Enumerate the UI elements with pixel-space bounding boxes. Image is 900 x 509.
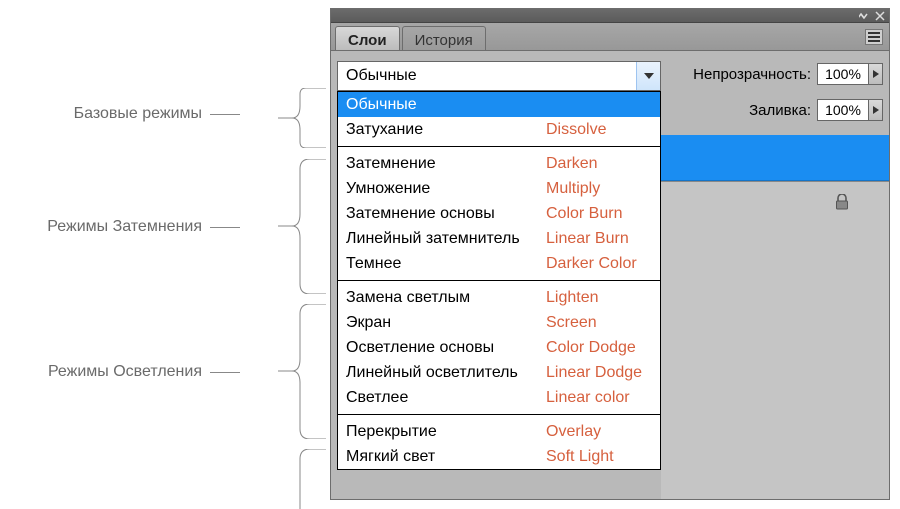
fill-spinner[interactable]: 100% [817,99,883,121]
blend-mode-option-en: Darken [546,155,652,173]
blend-mode-option-en: Lighten [546,289,652,307]
panel-tabs: Слои История [331,23,889,51]
blend-mode-option-ru: Затемнение основы [346,205,546,223]
lock-icon [835,194,849,213]
blend-mode-option-en: Linear Burn [546,230,652,248]
blend-mode-option-en: Overlay [546,423,652,441]
blend-mode-option-ru: Мягкий свет [346,448,546,466]
blend-mode-option[interactable]: ПерекрытиеOverlay [338,419,660,444]
panel-topbar [331,9,889,23]
blend-mode-option-en: Color Burn [546,205,652,223]
blend-mode-option[interactable]: Замена светлымLighten [338,285,660,310]
annotation-darken-bracket [278,159,326,294]
blend-mode-option[interactable]: ЗатемнениеDarken [338,151,660,176]
blend-mode-option-ru: Обычные [346,96,546,114]
blend-mode-option[interactable]: ЭкранScreen [338,310,660,335]
blend-mode-option-en: Multiply [546,180,652,198]
blend-mode-option-ru: Замена светлым [346,289,546,307]
blend-mode-option-ru: Светлее [346,389,546,407]
blend-mode-option[interactable]: Затемнение основыColor Burn [338,201,660,226]
fill-control: Заливка: 100% [749,97,883,123]
blend-mode-option[interactable]: Линейный осветлительLinear Dodge [338,360,660,385]
blend-mode-option-ru: Линейный затемнитель [346,230,546,248]
annotation-basic-bracket [278,88,326,148]
blend-mode-option[interactable]: УмножениеMultiply [338,176,660,201]
opacity-value[interactable]: 100% [817,63,869,85]
fill-value[interactable]: 100% [817,99,869,121]
panel-body: Обычные Непрозрачность: 100% Заливка: 10… [331,51,889,499]
blend-mode-option[interactable]: Мягкий светSoft Light [338,444,660,469]
blend-mode-option[interactable]: Линейный затемнительLinear Burn [338,226,660,251]
blend-mode-option-ru: Осветление основы [346,339,546,357]
selected-layer-row[interactable] [661,135,889,181]
dropdown-separator [338,146,660,147]
opacity-label: Непрозрачность: [693,66,811,83]
blend-mode-option[interactable]: Осветление основыColor Dodge [338,335,660,360]
annotation-dash [210,372,240,373]
blend-mode-option-ru: Затемнение [346,155,546,173]
annotation-lighten-label: Режимы Осветления [0,363,210,381]
opacity-control: Непрозрачность: 100% [693,61,883,87]
dropdown-arrow-icon[interactable] [636,62,660,90]
panel-menu-button[interactable] [865,29,883,45]
blend-mode-selected: Обычные [338,67,636,85]
fill-label: Заливка: [749,102,811,119]
blend-mode-option[interactable]: СветлееLinear color [338,385,660,410]
layers-list-area [661,181,889,499]
annotation-dash [210,227,240,228]
blend-mode-option-ru: Умножение [346,180,546,198]
blend-mode-option-ru: Линейный осветлитель [346,364,546,382]
blend-mode-option-en: Linear color [546,389,652,407]
tab-history-label: История [415,32,473,49]
annotation-basic-label: Базовые режимы [0,105,210,123]
blend-mode-option-ru: Затухание [346,121,546,139]
annotation-dash [210,114,240,115]
collapse-icon[interactable] [859,11,869,21]
blend-mode-option-en: Screen [546,314,652,332]
opacity-spinner[interactable]: 100% [817,63,883,85]
blend-mode-option-ru: Перекрытие [346,423,546,441]
annotations-column: Базовые режимы Режимы Затемнения Режимы … [0,0,330,500]
annotation-darken-label: Режимы Затемнения [0,218,210,236]
layers-panel: Слои История Обычные Непрозрачность: 100… [330,8,890,500]
blend-mode-option-en: Linear Dodge [546,364,652,382]
tab-layers-label: Слои [348,32,387,49]
blend-mode-option-en: Darker Color [546,255,652,273]
blend-mode-option[interactable]: ЗатуханиеDissolve [338,117,660,142]
opacity-step-button[interactable] [869,63,883,85]
blend-mode-combo[interactable]: Обычные [337,61,661,91]
blend-mode-option[interactable]: Обычные [338,92,660,117]
annotation-lighten-bracket [278,304,326,439]
dropdown-separator [338,280,660,281]
blend-mode-option-en: Dissolve [546,121,652,139]
blend-mode-option[interactable]: ТемнееDarker Color [338,251,660,276]
annotation-contrast-bracket [278,449,326,509]
tab-history[interactable]: История [402,26,486,50]
fill-step-button[interactable] [869,99,883,121]
dropdown-separator [338,414,660,415]
blend-mode-option-ru: Экран [346,314,546,332]
blend-mode-option-ru: Темнее [346,255,546,273]
blend-mode-dropdown[interactable]: ОбычныеЗатуханиеDissolveЗатемнениеDarken… [337,91,661,470]
blend-mode-option-en: Soft Light [546,448,652,466]
close-icon[interactable] [875,11,885,21]
tab-layers[interactable]: Слои [335,26,400,50]
blend-mode-option-en: Color Dodge [546,339,652,357]
